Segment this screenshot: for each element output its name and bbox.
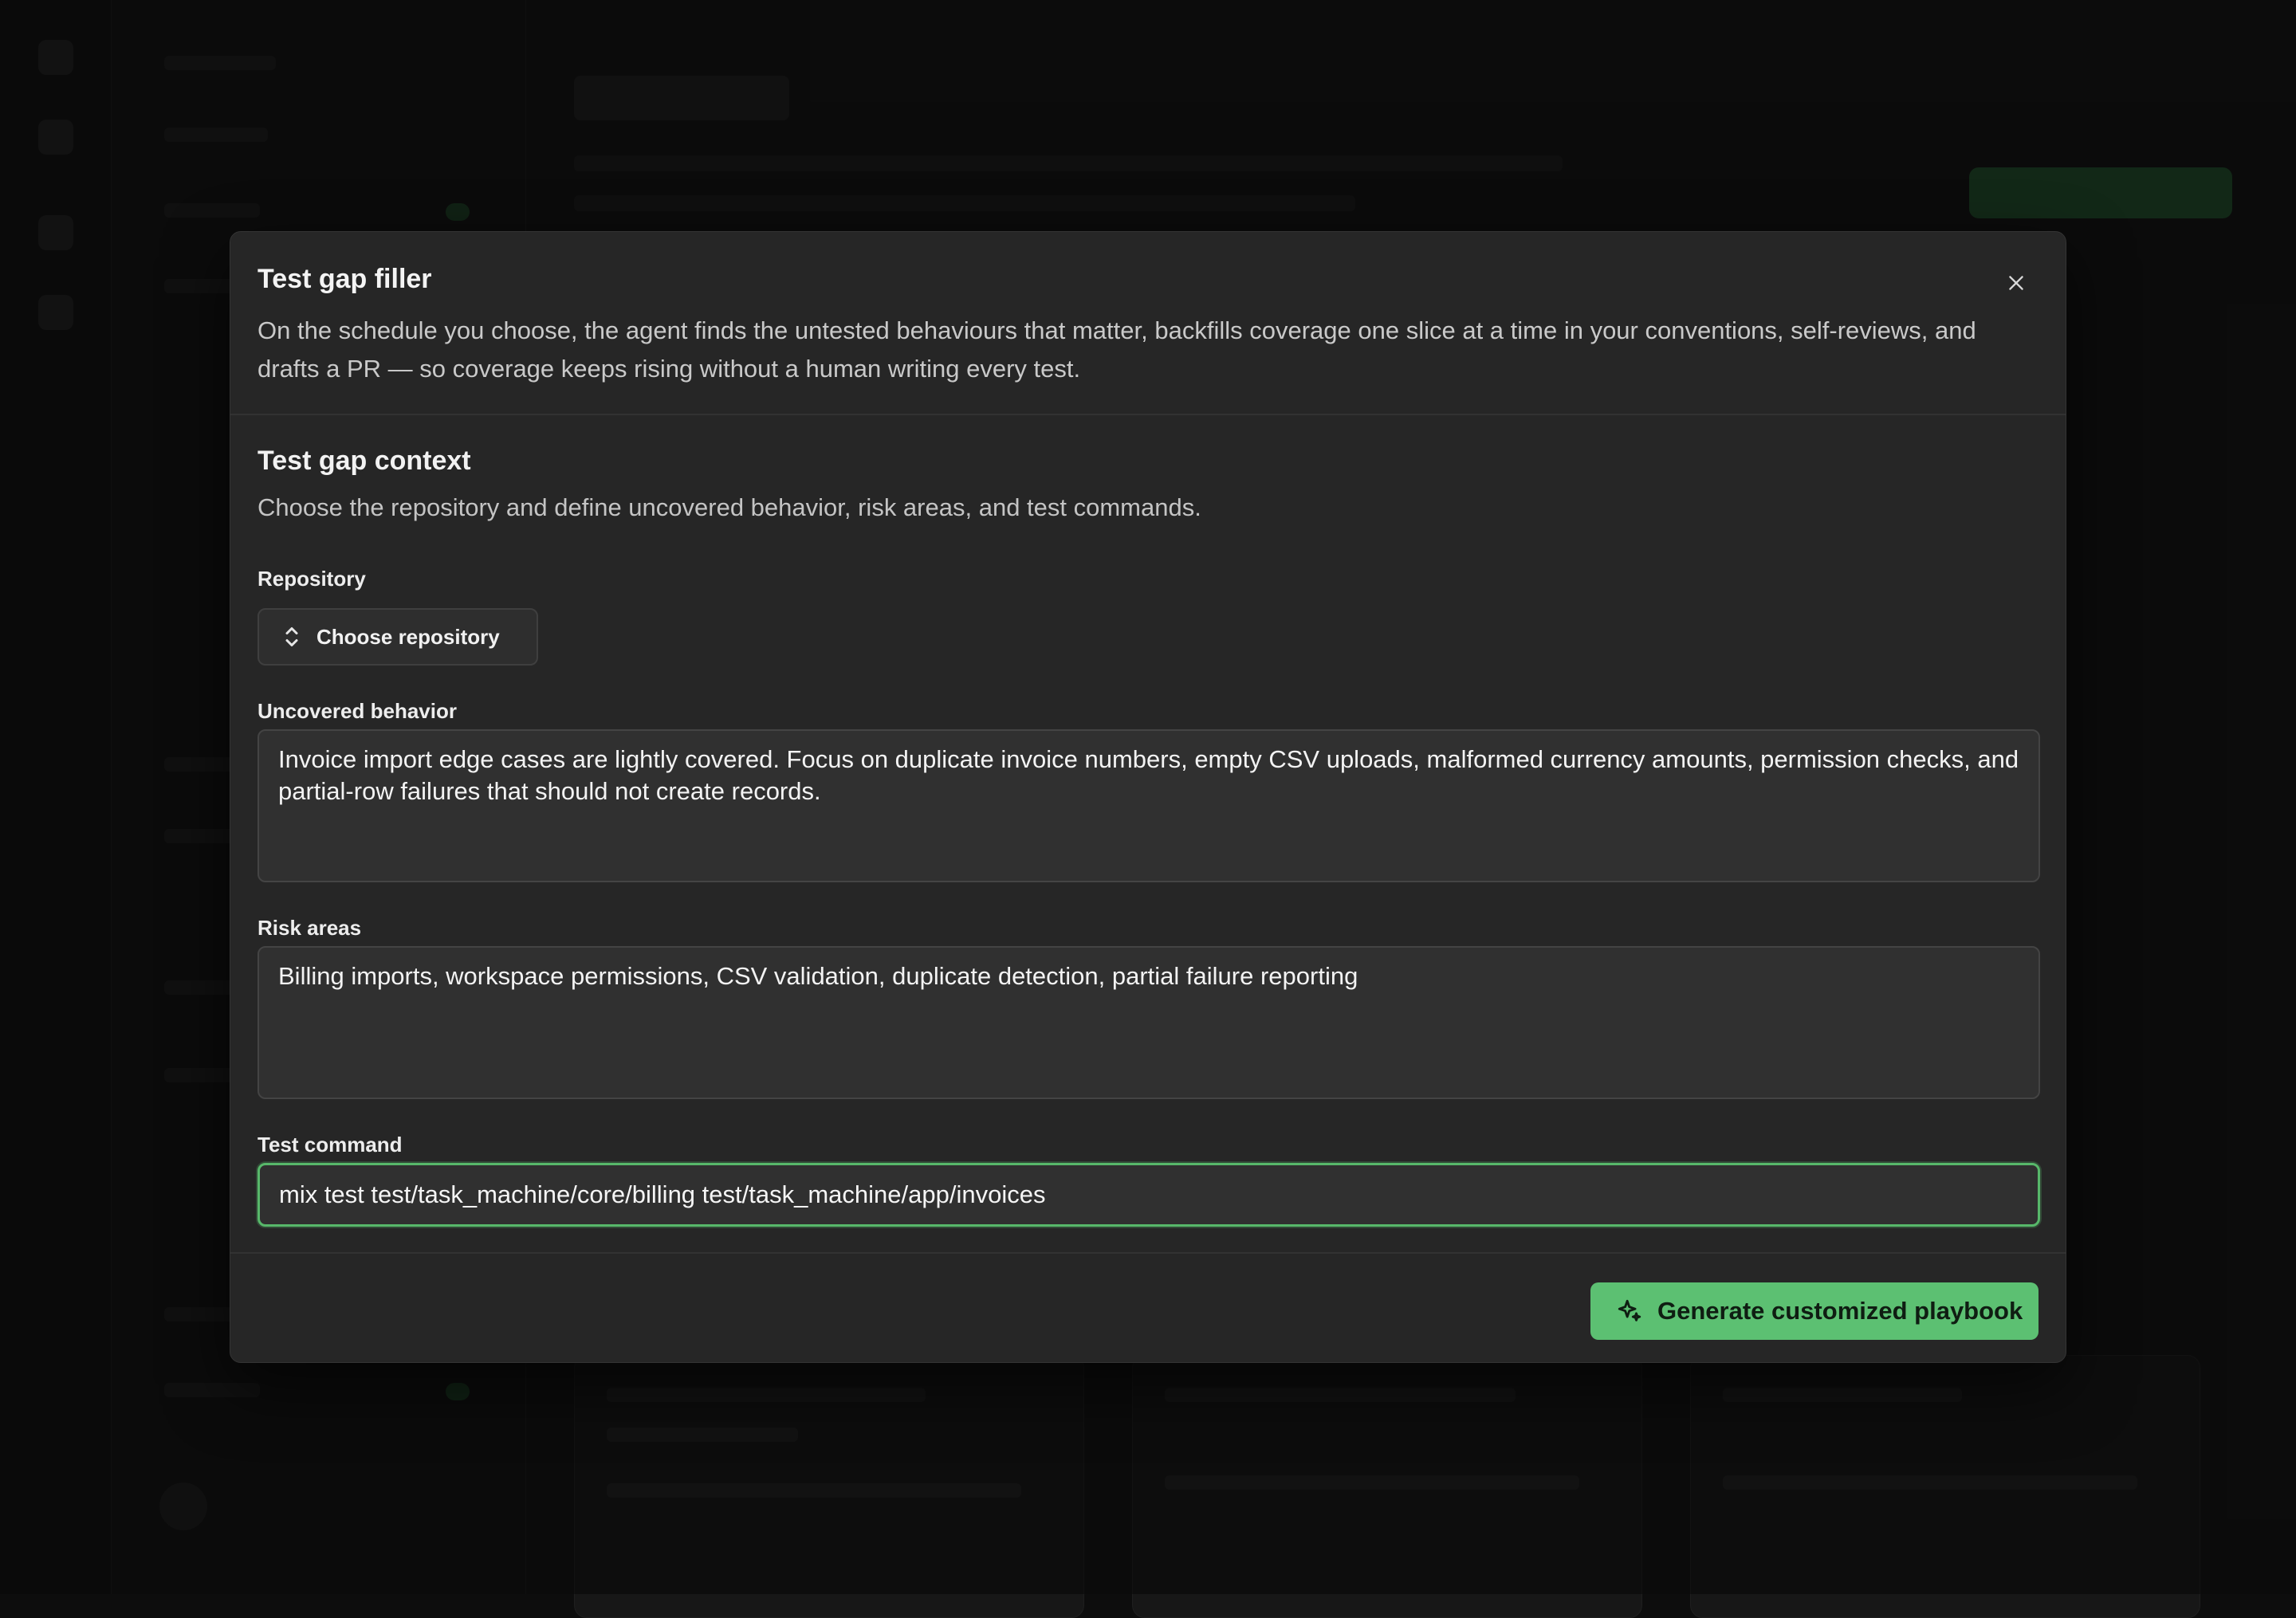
sparkle-icon bbox=[1616, 1298, 1643, 1325]
uncovered-behavior-textarea[interactable]: Invoice import edge cases are lightly co… bbox=[258, 729, 2040, 882]
uncovered-behavior-label: Uncovered behavior bbox=[258, 699, 457, 724]
close-button[interactable] bbox=[1999, 267, 2034, 302]
generate-playbook-label: Generate customized playbook bbox=[1657, 1297, 2023, 1325]
choose-repository-label: Choose repository bbox=[316, 625, 500, 650]
chevron-up-down-icon bbox=[281, 625, 302, 649]
repository-label: Repository bbox=[258, 567, 366, 591]
generate-playbook-button[interactable]: Generate customized playbook bbox=[1590, 1282, 2038, 1340]
section-description: Choose the repository and define uncover… bbox=[258, 493, 1201, 522]
section-title: Test gap context bbox=[258, 446, 471, 477]
test-gap-filler-dialog: Test gap filler On the schedule you choo… bbox=[230, 231, 2066, 1363]
risk-areas-textarea[interactable]: Billing imports, workspace permissions, … bbox=[258, 946, 2040, 1099]
test-command-input[interactable]: mix test test/task_machine/core/billing … bbox=[258, 1163, 2040, 1227]
choose-repository-button[interactable]: Choose repository bbox=[258, 608, 538, 666]
risk-areas-label: Risk areas bbox=[258, 916, 361, 941]
dialog-description: On the schedule you choose, the agent fi… bbox=[258, 312, 1995, 388]
dialog-header: Test gap filler On the schedule you choo… bbox=[230, 232, 2066, 415]
dialog-footer: Generate customized playbook bbox=[230, 1252, 2066, 1364]
test-command-label: Test command bbox=[258, 1133, 403, 1157]
dialog-title: Test gap filler bbox=[258, 264, 432, 295]
close-icon bbox=[2006, 273, 2027, 297]
